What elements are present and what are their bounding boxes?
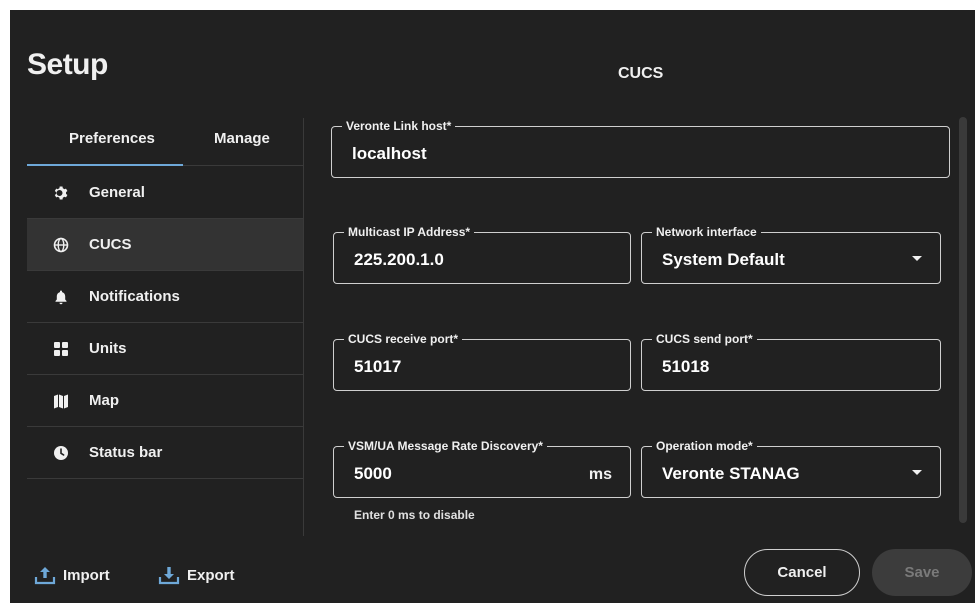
chevron-down-icon xyxy=(912,256,922,261)
sidebar-item-label: Units xyxy=(89,340,127,357)
message-rate-discovery-field[interactable]: VSM/UA Message Rate Discovery* 5000 ms xyxy=(333,439,631,498)
field-label: Veronte Link host* xyxy=(342,119,456,133)
active-tab-indicator xyxy=(27,164,183,166)
map-icon xyxy=(54,394,68,409)
sidebar-item-label: CUCS xyxy=(89,236,132,253)
section-title: CUCS xyxy=(618,65,664,82)
globe-icon xyxy=(53,237,69,253)
field-label: CUCS receive port* xyxy=(344,332,463,346)
helper-text: Enter 0 ms to disable xyxy=(354,508,475,522)
operation-mode-select[interactable]: Operation mode* Veronte STANAG xyxy=(641,439,941,498)
page-title: Setup xyxy=(27,48,108,81)
grid-icon xyxy=(54,342,68,356)
network-interface-select[interactable]: Network interface System Default xyxy=(641,225,941,284)
export-label: Export xyxy=(187,566,235,584)
tab-bar: Preferences Manage xyxy=(27,118,303,166)
import-label: Import xyxy=(63,566,110,584)
sidebar-item-units[interactable]: Units xyxy=(27,323,303,375)
unit-suffix: ms xyxy=(588,466,612,483)
chevron-down-icon xyxy=(912,470,922,475)
sidebar-item-general[interactable]: General xyxy=(27,167,303,219)
sidebar-item-cucs[interactable]: CUCS xyxy=(27,219,303,271)
sidebar-item-map[interactable]: Map xyxy=(27,375,303,427)
multicast-ip-field[interactable]: Multicast IP Address* 225.200.1.0 xyxy=(333,225,631,284)
field-label: Multicast IP Address* xyxy=(344,225,475,239)
scrollbar[interactable] xyxy=(959,117,967,523)
sidebar-divider xyxy=(303,118,304,536)
tab-manage[interactable]: Manage xyxy=(214,130,270,147)
save-button[interactable]: Save xyxy=(872,549,972,596)
import-button[interactable]: Import xyxy=(34,565,110,585)
field-label: Network interface xyxy=(652,225,761,239)
cancel-button[interactable]: Cancel xyxy=(744,549,860,596)
gear-icon xyxy=(54,186,68,200)
clock-icon xyxy=(54,446,68,460)
sidebar-item-label: Notifications xyxy=(89,288,180,305)
field-label: CUCS send port* xyxy=(652,332,757,346)
field-value: System Default xyxy=(662,250,785,269)
sidebar-item-label: Map xyxy=(89,392,119,409)
sidebar-item-label: General xyxy=(89,184,145,201)
field-value: 51018 xyxy=(662,357,710,376)
field-value: localhost xyxy=(352,144,427,163)
download-icon xyxy=(158,567,180,585)
sidebar-item-label: Status bar xyxy=(89,444,163,461)
field-value: Veronte STANAG xyxy=(662,464,800,483)
bell-icon xyxy=(55,290,67,305)
setup-dialog: Setup CUCS Preferences Manage General CU… xyxy=(10,10,975,603)
cucs-send-port-field[interactable]: CUCS send port* 51018 xyxy=(641,332,941,391)
field-value: 51017 xyxy=(354,357,402,376)
sidebar-item-status-bar[interactable]: Status bar xyxy=(27,427,303,479)
sidebar: General CUCS Notifications Units Map Sta… xyxy=(27,167,303,479)
veronte-link-host-field[interactable]: Veronte Link host* localhost xyxy=(331,119,950,178)
field-value: 225.200.1.0 xyxy=(354,250,444,269)
export-button[interactable]: Export xyxy=(158,565,235,585)
sidebar-item-notifications[interactable]: Notifications xyxy=(27,271,303,323)
cucs-receive-port-field[interactable]: CUCS receive port* 51017 xyxy=(333,332,631,391)
field-value: 5000 xyxy=(354,464,392,483)
upload-icon xyxy=(34,567,56,585)
tab-preferences[interactable]: Preferences xyxy=(69,130,155,147)
field-label: Operation mode* xyxy=(652,439,757,453)
field-label: VSM/UA Message Rate Discovery* xyxy=(344,439,547,453)
